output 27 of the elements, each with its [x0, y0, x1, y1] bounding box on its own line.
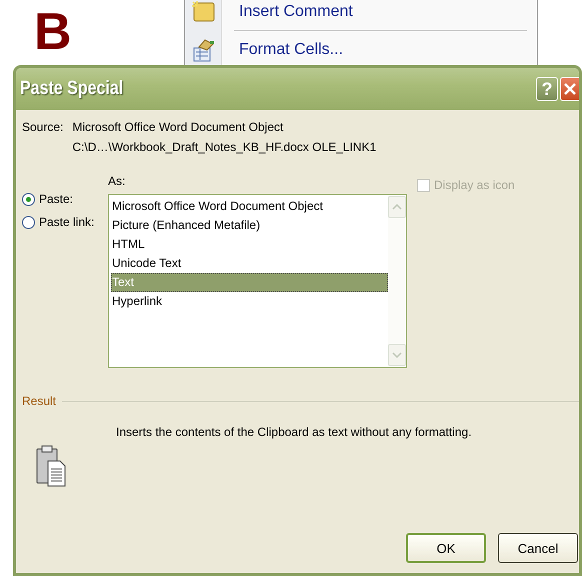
list-item[interactable]: HTML: [111, 235, 388, 254]
format-list[interactable]: Microsoft Office Word Document Object Picture (Enhanced Metafile) HTML Unicode Text Text Hyperlink: [108, 194, 407, 368]
source-label: Source:: [22, 120, 64, 136]
clipboard-icon: [36, 445, 66, 487]
note-icon: [191, 0, 217, 24]
ok-button[interactable]: OK: [406, 533, 486, 563]
list-item[interactable]: Hyperlink: [111, 292, 388, 311]
list-item[interactable]: Unicode Text: [111, 254, 388, 273]
close-button[interactable]: [560, 77, 579, 101]
group-label: Result: [22, 394, 56, 408]
radio-label[interactable]: Paste link:: [39, 215, 94, 229]
source-name: Microsoft Office Word Document Object: [72, 120, 284, 134]
source-path: C:\D…\Workbook_Draft_Notes_KB_HF.docx OLE_LINK1: [72, 140, 376, 154]
radio-label[interactable]: Paste:: [39, 192, 74, 206]
list-item[interactable]: Microsoft Office Word Document Object: [111, 197, 388, 216]
menu-item[interactable]: Format Cells...: [239, 41, 344, 59]
close-icon[interactable]: [563, 82, 577, 96]
result-description: Inserts the contents of the Clipboard as text without any formatting.: [116, 425, 472, 439]
list-label: As:: [108, 174, 126, 188]
radio-button[interactable]: [22, 216, 35, 228]
panel-letter: B: [33, 2, 73, 63]
format-cells-icon: [191, 37, 217, 63]
list-item[interactable]: Picture (Enhanced Metafile): [111, 216, 388, 235]
menu-item[interactable]: Insert Comment: [239, 3, 353, 21]
cancel-button[interactable]: Cancel: [498, 533, 578, 563]
radio-button[interactable]: [22, 192, 35, 206]
window-title: Paste Special: [20, 78, 124, 100]
